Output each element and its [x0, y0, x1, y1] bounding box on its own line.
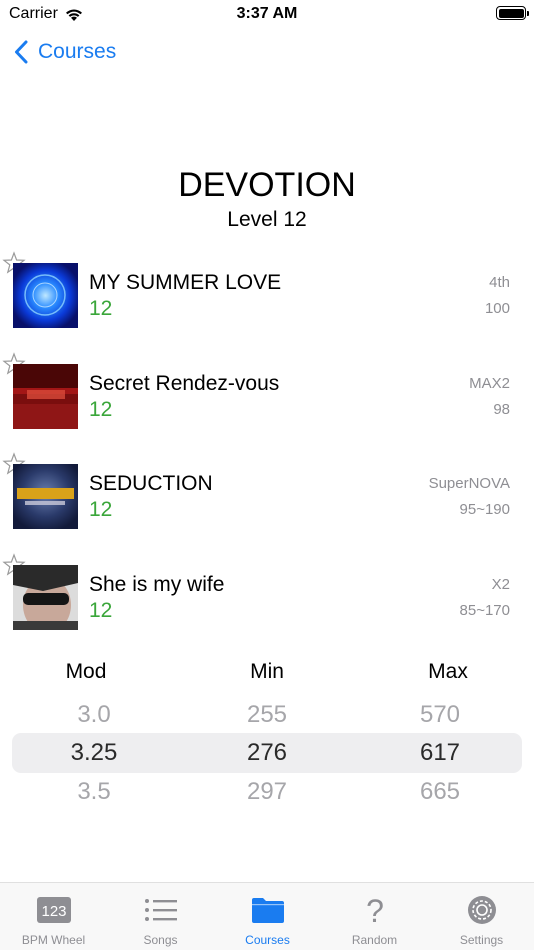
red-stage-jacket: [13, 364, 78, 429]
max-picker-below[interactable]: 665: [360, 778, 520, 806]
battery-icon: [496, 6, 529, 20]
song-row[interactable]: Secret Rendez-vous 12 MAX2 98: [0, 352, 534, 460]
song-level: 12: [89, 297, 113, 320]
blue-orb-jacket: [13, 263, 78, 328]
tab-bpm-wheel[interactable]: 123 BPM Wheel: [0, 883, 107, 950]
svg-text:?: ?: [366, 895, 384, 925]
tab-label: Songs: [143, 933, 178, 947]
tab-songs[interactable]: Songs: [107, 883, 214, 950]
tab-bar: 123 BPM Wheel Songs Courses ? Random Set…: [0, 882, 534, 950]
song-title: She is my wife: [89, 573, 225, 596]
mod-picker-selected[interactable]: 3.25: [14, 739, 174, 767]
song-level: 12: [89, 599, 113, 622]
list-icon: [144, 899, 177, 921]
tab-label: Courses: [245, 933, 290, 947]
song-level: 12: [89, 398, 113, 421]
song-title: MY SUMMER LOVE: [89, 271, 282, 294]
max-picker-above[interactable]: 570: [360, 701, 520, 729]
song-bpm: 85~170: [459, 602, 510, 619]
tab-settings[interactable]: Settings: [428, 883, 534, 950]
mod-picker-below[interactable]: 3.5: [14, 778, 174, 806]
song-version: 4th: [489, 274, 510, 291]
min-picker-above[interactable]: 255: [187, 701, 347, 729]
min-picker-below[interactable]: 297: [187, 778, 347, 806]
song-bpm: 98: [493, 401, 510, 418]
song-row[interactable]: She is my wife 12 X2 85~170: [0, 553, 534, 661]
max-picker-selected[interactable]: 617: [360, 739, 520, 767]
song-title: SEDUCTION: [89, 472, 213, 495]
song-level: 12: [89, 498, 113, 521]
min-picker-selected[interactable]: 276: [187, 739, 347, 767]
mod-picker-above[interactable]: 3.0: [14, 701, 174, 729]
max-header: Max: [428, 660, 468, 683]
tab-random[interactable]: ? Random: [321, 883, 428, 950]
sunglasses-face-jacket: [13, 565, 78, 630]
tab-label: BPM Wheel: [21, 933, 86, 947]
back-button[interactable]: Courses: [14, 40, 116, 64]
svg-text:123: 123: [41, 903, 66, 920]
seduction-logo-jacket: [13, 464, 78, 529]
song-bpm: 95~190: [459, 501, 510, 518]
number-pad-icon: 123: [36, 897, 71, 923]
song-version: MAX2: [469, 375, 510, 392]
status-time: 3:37 AM: [236, 5, 298, 22]
question-mark-icon: ?: [366, 895, 384, 925]
song-version: SuperNOVA: [428, 475, 510, 492]
folder-icon: [251, 898, 284, 923]
tab-courses[interactable]: Courses: [214, 883, 321, 950]
tab-label: Random: [351, 933, 398, 947]
song-title: Secret Rendez-vous: [89, 372, 280, 395]
song-row[interactable]: SEDUCTION 12 SuperNOVA 95~190: [0, 452, 534, 560]
song-bpm: 100: [484, 300, 510, 317]
song-version: X2: [491, 576, 510, 593]
back-button-label: Courses: [38, 40, 117, 63]
course-level: Level 12: [227, 208, 307, 231]
chevron-left-icon: [15, 40, 28, 64]
min-header: Min: [250, 660, 284, 683]
mod-header: Mod: [65, 660, 107, 683]
status-bar: Carrier 3:37 AM: [0, 0, 534, 30]
course-title: DEVOTION: [178, 166, 356, 204]
gear-icon: [467, 896, 496, 924]
song-row[interactable]: MY SUMMER LOVE 12 4th 100: [0, 251, 534, 359]
tab-label: Settings: [459, 933, 504, 947]
